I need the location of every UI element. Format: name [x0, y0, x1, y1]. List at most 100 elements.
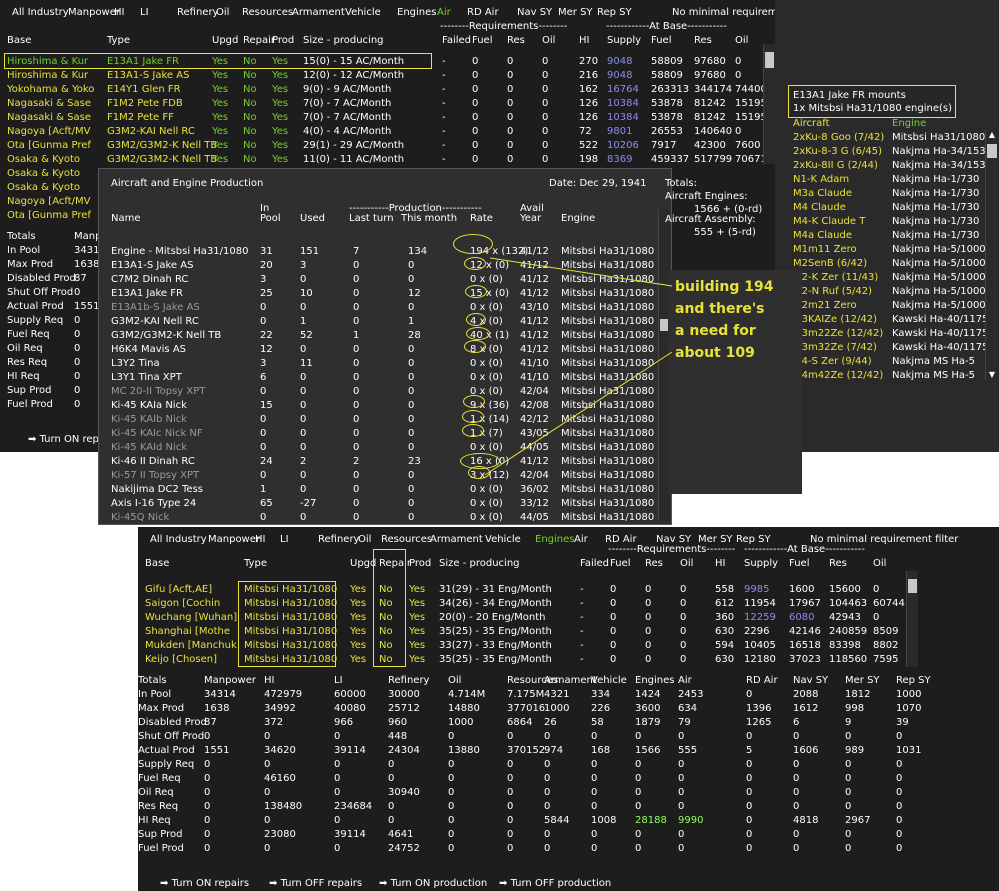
- top-col-7[interactable]: Fuel: [472, 34, 492, 47]
- menu-nav-sy[interactable]: Nav SY: [517, 6, 552, 19]
- command-button[interactable]: ➡ Turn OFF repairs: [269, 877, 362, 890]
- scroll-up-icon[interactable]: ▲: [987, 130, 997, 140]
- menu-li[interactable]: LI: [140, 6, 149, 19]
- bottom-col-6[interactable]: Failed: [580, 557, 609, 570]
- bottom-cell[interactable]: Mukden [Manchuk: [145, 639, 237, 652]
- menu-oil[interactable]: Oil: [358, 533, 371, 546]
- menu-refinery[interactable]: Refinery: [318, 533, 359, 546]
- top-cell[interactable]: G3M2-KAI Nell RC: [107, 125, 195, 138]
- menu-air[interactable]: Air: [574, 533, 588, 546]
- aircraft-item[interactable]: M1m11 Zero: [793, 243, 857, 256]
- top-col-12[interactable]: Fuel: [651, 34, 671, 47]
- menu-vehicle[interactable]: Vehicle: [485, 533, 521, 546]
- bottom-cell[interactable]: Saigon [Cochin: [145, 597, 220, 610]
- aircraft-item[interactable]: 2xKu-8II G (2/44): [793, 159, 878, 172]
- dialog-cell[interactable]: E13A1b-S Jake AS: [111, 301, 200, 314]
- top-cell[interactable]: Osaka & Kyoto: [7, 181, 80, 194]
- aircraft-item[interactable]: M2-N Ruf (5/42): [793, 285, 872, 298]
- dialog-cell[interactable]: MC 20-II Topsy XPT: [111, 385, 205, 398]
- bottom-cell[interactable]: Keijo [Chosen]: [145, 653, 217, 666]
- menu-rd-air[interactable]: RD Air: [467, 6, 499, 19]
- bottom-col-8[interactable]: Res: [645, 557, 663, 570]
- top-cell[interactable]: Osaka & Kyoto: [7, 153, 80, 166]
- dialog-cell[interactable]: Ki-45 KAIa Nick: [111, 399, 187, 412]
- menu-manpower[interactable]: Manpower: [208, 533, 260, 546]
- dialog-cell[interactable]: G3M2/G3M2-K Nell TB: [111, 329, 221, 342]
- menu-hi[interactable]: HI: [114, 6, 124, 19]
- aircraft-item[interactable]: M3a Claude: [793, 187, 852, 200]
- bottom-scroll-thumb[interactable]: [908, 579, 917, 593]
- bottom-col-10[interactable]: HI: [715, 557, 725, 570]
- top-col-6[interactable]: Failed: [442, 34, 471, 47]
- dialog-cell[interactable]: C7M2 Dinah RC: [111, 273, 188, 286]
- top-col-10[interactable]: HI: [579, 34, 589, 47]
- dialog-cell[interactable]: Axis I-16 Type 24: [111, 497, 196, 510]
- top-col-9[interactable]: Oil: [542, 34, 555, 47]
- dialog-cell[interactable]: H6K4 Mavis AS: [111, 343, 186, 356]
- dialog-cell[interactable]: E13A1-S Jake AS: [111, 259, 193, 272]
- scroll-down-icon[interactable]: ▼: [987, 370, 997, 380]
- dialog-cell[interactable]: Ki-45 KAId Nick: [111, 441, 187, 454]
- aircraft-item[interactable]: M4m42Ze (12/42): [793, 369, 883, 382]
- menu-resources[interactable]: Resources: [381, 533, 432, 546]
- command-button[interactable]: ➡ Turn ON repairs: [160, 877, 249, 890]
- bottom-col-7[interactable]: Fuel: [610, 557, 630, 570]
- top-cell[interactable]: Nagasaki & Sase: [7, 111, 91, 124]
- menu-refinery[interactable]: Refinery: [177, 6, 218, 19]
- aircraft-item[interactable]: M3KAIZe (12/42): [793, 313, 877, 326]
- dialog-cell[interactable]: Nakijima DC2 Tess: [111, 483, 203, 496]
- bottom-cell[interactable]: Gifu [Acft,AE]: [145, 583, 212, 596]
- aircraft-item[interactable]: M3m22Ze (12/42): [793, 327, 883, 340]
- top-cell[interactable]: Osaka & Kyoto: [7, 167, 80, 180]
- top-cell[interactable]: Yokohama & Yoko: [7, 83, 94, 96]
- dialog-cell[interactable]: L3Y2 Tina: [111, 357, 160, 370]
- aircraft-item[interactable]: M2-K Zer (11/43): [793, 271, 878, 284]
- dialog-cell[interactable]: L3Y1 Tina XPT: [111, 371, 182, 384]
- dialog-cell[interactable]: Ki-57 II Topsy XPT: [111, 469, 199, 482]
- top-cell[interactable]: G3M2/G3M2-K Nell TB: [107, 139, 217, 152]
- bottom-col-11[interactable]: Supply: [744, 557, 778, 570]
- aircraft-item[interactable]: N1-K Adam: [793, 173, 849, 186]
- aircraft-item[interactable]: M3m32Ze (7/42): [793, 341, 877, 354]
- top-cell[interactable]: Hiroshima & Kur: [7, 69, 88, 82]
- menu-air[interactable]: Air: [437, 6, 451, 19]
- bottom-col-12[interactable]: Fuel: [789, 557, 809, 570]
- top-col-5[interactable]: Size - producing: [303, 34, 384, 47]
- aircraft-item[interactable]: M2SenB (6/42): [793, 257, 867, 270]
- bottom-cell[interactable]: Wuchang [Wuhan]: [145, 611, 237, 624]
- top-cell[interactable]: F1M2 Pete FDB: [107, 97, 183, 110]
- top-cell[interactable]: Ota [Gunma Pref: [7, 139, 91, 152]
- dialog-cell[interactable]: Ki-45Q Nick: [111, 511, 169, 524]
- top-col-13[interactable]: Res: [694, 34, 712, 47]
- top-col-3[interactable]: Repair: [243, 34, 275, 47]
- command-button[interactable]: ➡ Turn OFF production: [499, 877, 611, 890]
- aircraft-item[interactable]: M2m21 Zero: [793, 299, 857, 312]
- top-cell[interactable]: G3M2/G3M2-K Nell TB: [107, 153, 217, 166]
- top-scroll-thumb[interactable]: [765, 52, 774, 68]
- bottom-col-14[interactable]: Oil: [873, 557, 886, 570]
- command-button[interactable]: ➡ Turn ON production: [379, 877, 487, 890]
- bottom-cell[interactable]: Shanghai [Mothe: [145, 625, 230, 638]
- dialog-cell[interactable]: G3M2-KAI Nell RC: [111, 315, 199, 328]
- bottom-col-1[interactable]: Type: [244, 557, 267, 570]
- menu-armament[interactable]: Armament: [430, 533, 483, 546]
- menu-manpower[interactable]: Manpower: [68, 6, 120, 19]
- menu-engines[interactable]: Engines: [535, 533, 574, 546]
- bottom-col-5[interactable]: Size - producing: [439, 557, 520, 570]
- menu-mer-sy[interactable]: Mer SY: [558, 6, 593, 19]
- menu-rep-sy[interactable]: Rep SY: [597, 6, 632, 19]
- menu-oil[interactable]: Oil: [216, 6, 229, 19]
- menu-all-industry[interactable]: All Industry: [150, 533, 207, 546]
- aircraft-item[interactable]: 2xKu-8 Goo (7/42): [793, 131, 884, 144]
- bottom-col-0[interactable]: Base: [145, 557, 169, 570]
- aircraft-item[interactable]: 2xKu-8-3 G (6/45): [793, 145, 882, 158]
- bottom-col-9[interactable]: Oil: [680, 557, 693, 570]
- top-cell[interactable]: Nagasaki & Sase: [7, 97, 91, 110]
- aircraft-item[interactable]: M4 Claude: [793, 201, 846, 214]
- top-cell[interactable]: Ota [Gunma Pref: [7, 209, 91, 222]
- top-col-2[interactable]: Upgd: [212, 34, 238, 47]
- dialog-cell[interactable]: Ki-45 KAIc Nick NF: [111, 427, 203, 440]
- dialog-cell[interactable]: Ki-45 KAIb Nick: [111, 413, 187, 426]
- dialog-cell[interactable]: E13A1 Jake FR: [111, 287, 183, 300]
- right-scroll-thumb[interactable]: [987, 144, 997, 158]
